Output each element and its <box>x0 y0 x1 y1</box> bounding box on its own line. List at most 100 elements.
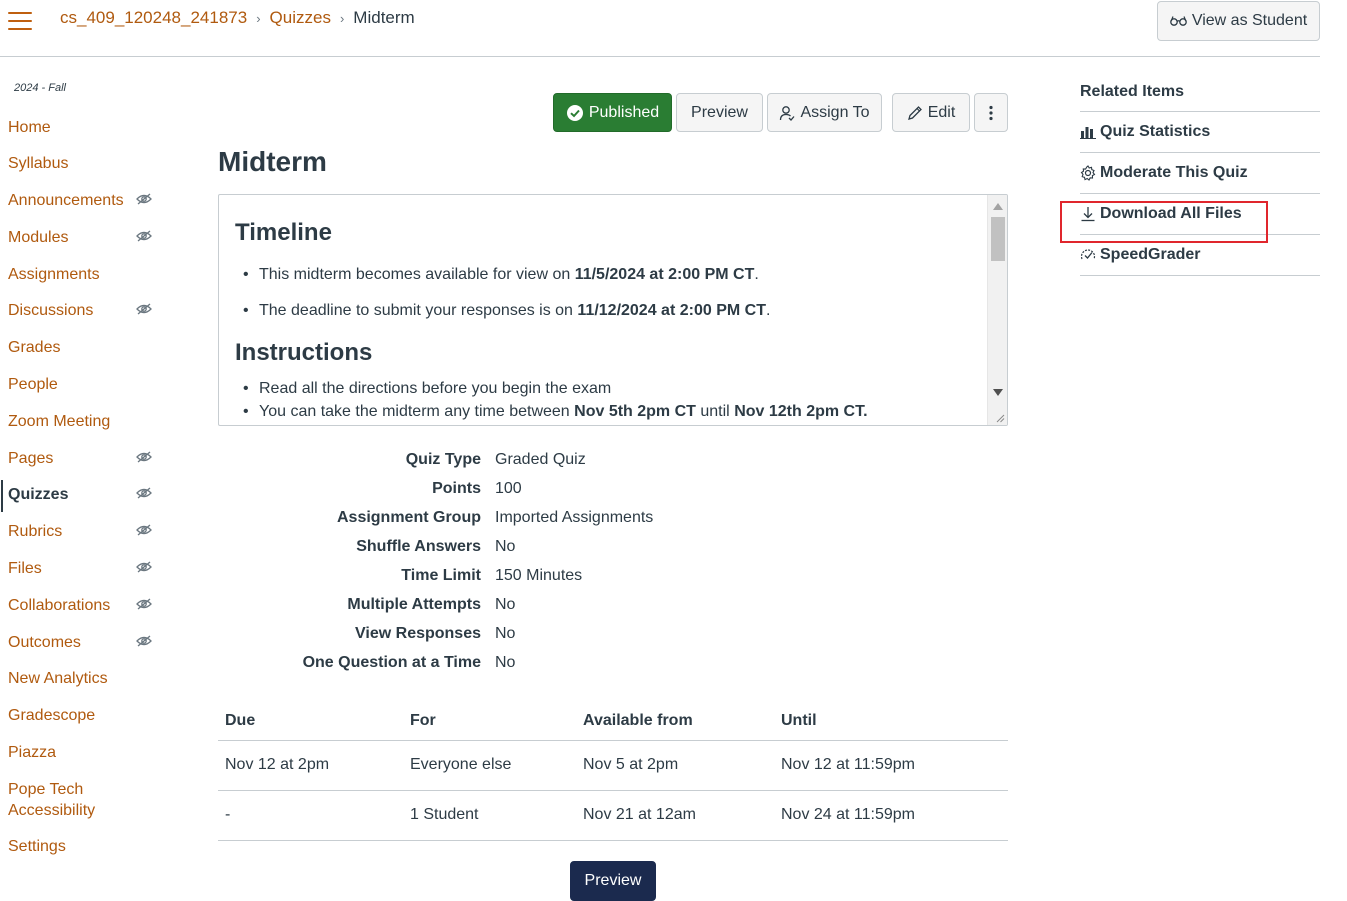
eye-slash-icon <box>136 561 152 573</box>
nav-grades[interactable]: Grades <box>8 337 60 358</box>
scroll-up-arrow-icon[interactable] <box>993 203 1003 210</box>
detail-value: 100 <box>495 480 522 497</box>
instruction-item-1: Read all the directions before you begin… <box>243 380 611 398</box>
timeline-1-period: . <box>754 266 759 283</box>
instructions-heading: Instructions <box>235 339 373 366</box>
quiz-title: Midterm <box>218 146 327 177</box>
detail-value: Imported Assignments <box>495 509 654 526</box>
table-cell: 1 Student <box>410 806 479 823</box>
nav-assignments[interactable]: Assignments <box>8 264 100 285</box>
detail-row: Shuffle Answers No <box>218 538 718 562</box>
timeline-2-date: 11/12/2024 at 2:00 PM CT <box>577 302 766 319</box>
pencil-icon <box>907 105 922 120</box>
resize-grip-icon[interactable] <box>995 413 1005 423</box>
timeline-item-1: This midterm becomes available for view … <box>243 266 759 284</box>
view-as-student-label: View as Student <box>1191 12 1308 29</box>
nav-pages[interactable]: Pages <box>8 448 53 469</box>
nav-quizzes[interactable]: Quizzes <box>8 484 68 505</box>
nav-discussions[interactable]: Discussions <box>8 300 93 321</box>
column-header-for: For <box>410 712 436 729</box>
moderate-quiz-link[interactable]: Moderate This Quiz <box>1080 153 1320 194</box>
eye-slash-icon <box>136 303 152 315</box>
instruction-item-2: You can take the midterm any time betwee… <box>243 403 868 421</box>
nav-gradescope[interactable]: Gradescope <box>8 705 95 726</box>
eye-slash-icon <box>136 193 152 205</box>
nav-outcomes[interactable]: Outcomes <box>8 632 81 653</box>
hamburger-menu-icon[interactable] <box>8 12 32 32</box>
moderate-quiz-label: Moderate This Quiz <box>1100 164 1248 181</box>
download-all-files-label: Download All Files <box>1100 205 1242 222</box>
term-label: 2024 - Fall <box>14 82 66 94</box>
nav-piazza[interactable]: Piazza <box>8 742 56 763</box>
detail-row: Multiple Attempts No <box>218 596 718 620</box>
detail-value: No <box>495 654 516 671</box>
timeline-1-date: 11/5/2024 at 2:00 PM CT <box>574 266 755 283</box>
nav-collaborations[interactable]: Collaborations <box>8 595 110 616</box>
edit-button[interactable]: Edit <box>892 93 970 132</box>
timeline-2-period: . <box>765 302 771 319</box>
download-icon <box>1080 206 1096 222</box>
detail-label: Quiz Type <box>405 451 481 468</box>
table-cell: - <box>225 806 231 823</box>
detail-value: Graded Quiz <box>495 451 586 468</box>
assign-to-button[interactable]: Assign To <box>767 93 882 132</box>
eye-slash-icon <box>136 451 152 463</box>
assign-to-label: Assign To <box>800 103 870 121</box>
nav-files[interactable]: Files <box>8 558 42 579</box>
detail-label: Multiple Attempts <box>347 596 481 613</box>
gear-icon <box>1080 165 1096 181</box>
table-divider <box>218 840 1008 841</box>
column-header-due: Due <box>225 712 256 729</box>
eye-slash-icon <box>136 524 152 536</box>
timeline-heading: Timeline <box>235 219 332 246</box>
nav-announcements[interactable]: Announcements <box>8 190 124 211</box>
instruction-2-start: Nov 5th 2pm CT <box>574 403 696 420</box>
breadcrumb-quizzes[interactable]: Quizzes <box>270 8 331 28</box>
view-as-student-button[interactable]: View as Student <box>1157 1 1320 41</box>
eye-slash-icon <box>136 487 152 499</box>
eye-slash-icon <box>136 635 152 647</box>
top-bar: cs_409_120248_241873 › Quizzes › Midterm… <box>0 0 1320 57</box>
bar-chart-icon <box>1080 124 1096 140</box>
breadcrumb-course[interactable]: cs_409_120248_241873 <box>60 8 247 28</box>
download-all-files-link[interactable]: Download All Files <box>1080 194 1320 235</box>
chevron-right-icon: › <box>256 10 261 26</box>
nav-pope-tech-accessibility[interactable]: Pope Tech Accessibility <box>8 779 95 821</box>
detail-value: No <box>495 625 516 642</box>
chevron-right-icon: › <box>339 10 345 26</box>
detail-row: Time Limit 150 Minutes <box>218 567 718 591</box>
detail-label: View Responses <box>355 625 481 642</box>
nav-rubrics[interactable]: Rubrics <box>8 521 62 542</box>
speedgrader-label: SpeedGrader <box>1100 246 1201 263</box>
nav-syllabus[interactable]: Syllabus <box>8 153 68 174</box>
quiz-description-box[interactable]: Timeline This midterm becomes available … <box>218 194 1008 426</box>
detail-value: 150 Minutes <box>495 567 583 584</box>
detail-row: Points 100 <box>218 480 718 504</box>
table-cell: Nov 21 at 12am <box>583 806 696 823</box>
glasses-icon <box>1169 16 1187 26</box>
published-button[interactable]: Published <box>553 93 672 132</box>
nav-modules[interactable]: Modules <box>8 227 68 248</box>
preview-quiz-button[interactable]: Preview <box>570 861 656 901</box>
table-cell: Nov 12 at 2pm <box>225 756 330 773</box>
quiz-statistics-link[interactable]: Quiz Statistics <box>1080 112 1320 153</box>
detail-label: Assignment Group <box>336 509 481 526</box>
detail-label: Points <box>432 480 481 497</box>
nav-people[interactable]: People <box>8 374 58 395</box>
description-scrollbar[interactable] <box>987 195 1007 425</box>
nav-home[interactable]: Home <box>8 117 51 138</box>
nav-zoom-meeting[interactable]: Zoom Meeting <box>8 411 110 432</box>
nav-new-analytics[interactable]: New Analytics <box>8 668 108 689</box>
preview-button[interactable]: Preview <box>676 93 763 132</box>
nav-active-indicator <box>1 480 3 512</box>
user-assign-icon <box>780 105 795 121</box>
check-circle-icon <box>566 104 583 121</box>
detail-row: Quiz Type Graded Quiz <box>218 451 718 475</box>
speedgrader-link[interactable]: SpeedGrader <box>1080 235 1320 276</box>
table-cell: Nov 12 at 11:59pm <box>781 756 916 773</box>
timeline-item-2: The deadline to submit your responses is… <box>243 302 771 320</box>
scroll-down-arrow-icon[interactable] <box>993 389 1003 396</box>
nav-settings[interactable]: Settings <box>8 836 66 857</box>
more-options-button[interactable] <box>974 93 1008 132</box>
scroll-thumb[interactable] <box>991 217 1005 261</box>
